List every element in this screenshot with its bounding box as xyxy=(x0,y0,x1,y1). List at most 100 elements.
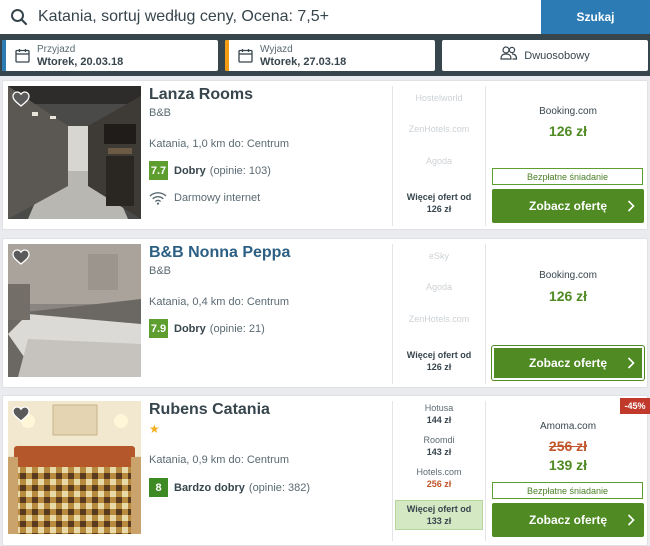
chevron-right-icon xyxy=(627,356,635,370)
more-offers-text: Więcej ofert od xyxy=(406,350,472,360)
column-divider xyxy=(485,401,486,541)
hotel-name[interactable]: B&B Nonna Peppa xyxy=(149,244,290,262)
checkout-texts: Wyjazd Wtorek, 27.03.18 xyxy=(260,44,346,68)
calendar-icon xyxy=(13,40,31,71)
hotel-name[interactable]: Rubens Catania xyxy=(149,401,270,419)
hotel-location: Katania, 1,0 km do: Centrum xyxy=(149,138,290,150)
checkin-texts: Przyjazd Wtorek, 20.03.18 xyxy=(37,44,123,68)
offer-price[interactable]: 256 zł xyxy=(393,479,485,489)
search-box[interactable]: Katania, sortuj według ceny, Ocena: 7,5+ xyxy=(0,0,541,34)
view-offer-button[interactable]: Zobacz ofertę xyxy=(492,346,644,380)
favorite-heart-icon[interactable] xyxy=(12,406,30,422)
checkout-accent xyxy=(225,40,229,71)
breakfast-badge: Bezpłatne śniadanie xyxy=(492,482,643,499)
chevron-right-icon xyxy=(627,199,635,213)
checkout-field[interactable]: Wyjazd Wtorek, 27.03.18 xyxy=(225,40,435,71)
more-offers-price: 126 zł xyxy=(426,362,452,372)
search-input[interactable]: Katania, sortuj według ceny, Ocena: 7,5+ xyxy=(38,8,329,26)
checkin-accent xyxy=(2,40,6,71)
room-type-label: Dwuosobowy xyxy=(524,49,590,62)
hotel-name[interactable]: Lanza Rooms xyxy=(149,86,253,104)
hotel-card[interactable]: Lanza Rooms B&B Katania, 1,0 km do: Cent… xyxy=(2,80,648,230)
rating-word: Dobry xyxy=(174,322,206,335)
hotel-rating: 8 Bardzo dobry (opinie: 382) xyxy=(149,478,310,497)
best-deal: Booking.com 126 zł Zobacz ofertę xyxy=(487,239,649,389)
view-offer-label: Zobacz ofertę xyxy=(528,356,607,370)
view-offer-label: Zobacz ofertę xyxy=(528,513,607,527)
offer-provider[interactable]: eSky xyxy=(393,251,485,261)
rating-badge: 8 xyxy=(149,478,168,497)
other-offers: Hotusa 144 zł Roomdi 143 zł Hotels.com 2… xyxy=(393,396,485,546)
search-icon xyxy=(4,0,34,34)
hotel-amenity: Darmowy internet xyxy=(149,191,260,205)
offer-price[interactable]: 143 zł xyxy=(393,447,485,457)
column-divider xyxy=(485,86,486,226)
hotel-stars: ★ xyxy=(149,422,160,436)
deal-provider: Booking.com xyxy=(539,270,597,281)
offer-provider[interactable]: Hostelworld xyxy=(393,93,485,103)
more-offers-text: Więcej ofert od xyxy=(406,192,472,202)
deal-provider: Booking.com xyxy=(539,106,597,117)
deal-old-price: 256 zł xyxy=(548,438,588,454)
favorite-heart-icon[interactable] xyxy=(12,91,30,107)
hotel-location: Katania, 0,9 km do: Centrum xyxy=(149,454,290,466)
hotel-location: Katania, 0,4 km do: Centrum xyxy=(149,296,290,308)
hotel-type: B&B xyxy=(149,265,172,277)
deal-price: 126 zł xyxy=(548,123,588,139)
amenity-label: Darmowy internet xyxy=(174,192,261,204)
chevron-right-icon xyxy=(627,513,635,527)
column-divider xyxy=(485,244,486,384)
hotel-rating: 7.9 Dobry (opinie: 21) xyxy=(149,319,265,338)
offer-provider[interactable]: Agoda xyxy=(393,156,485,166)
more-offers-link[interactable]: Więcej ofert od 133 zł xyxy=(395,500,483,530)
search-button[interactable]: Szukaj xyxy=(541,0,650,34)
rating-word: Dobry xyxy=(174,164,206,177)
guests-icon xyxy=(500,46,518,65)
more-offers-link[interactable]: Więcej ofert od 126 zł xyxy=(395,188,483,218)
offer-provider[interactable]: ZenHotels.com xyxy=(393,124,485,134)
more-offers-price: 133 zł xyxy=(426,516,452,526)
wifi-icon xyxy=(149,191,167,205)
results-list: Lanza Rooms B&B Katania, 1,0 km do: Cent… xyxy=(0,76,650,546)
offer-provider[interactable]: Agoda xyxy=(393,282,485,292)
deal-price: 126 zł xyxy=(548,288,588,304)
rating-count: (opinie: 103) xyxy=(209,164,271,177)
checkout-label: Wyjazd xyxy=(260,43,293,55)
more-offers-text: Więcej ofert od xyxy=(406,504,472,514)
view-offer-button[interactable]: Zobacz ofertę xyxy=(492,189,644,223)
checkin-field[interactable]: Przyjazd Wtorek, 20.03.18 xyxy=(2,40,218,71)
discount-badge: -45% xyxy=(620,398,650,414)
rating-count: (opinie: 382) xyxy=(248,481,311,494)
calendar-icon xyxy=(236,40,254,71)
other-offers: Hostelworld ZenHotels.com Agoda Więcej o… xyxy=(393,81,485,231)
date-bar: Przyjazd Wtorek, 20.03.18 Wyjazd Wtorek,… xyxy=(0,34,650,76)
hotel-type: B&B xyxy=(149,107,172,119)
deal-price: 139 zł xyxy=(548,457,588,473)
room-type-field[interactable]: Dwuosobowy xyxy=(442,40,648,71)
offer-provider[interactable]: ZenHotels.com xyxy=(393,314,485,324)
best-deal: Booking.com 126 zł Bezpłatne śniadanie Z… xyxy=(487,81,649,231)
rating-count: (opinie: 21) xyxy=(209,322,265,335)
rating-word: Bardzo dobry xyxy=(174,481,245,494)
more-offers-link[interactable]: Więcej ofert od 126 zł xyxy=(395,346,483,376)
checkout-value: Wtorek, 27.03.18 xyxy=(260,55,347,68)
checkin-value: Wtorek, 20.03.18 xyxy=(37,55,124,68)
view-offer-button[interactable]: Zobacz ofertę xyxy=(492,503,644,537)
more-offers-price: 126 zł xyxy=(426,204,452,214)
deal-provider: Amoma.com xyxy=(539,421,597,432)
favorite-heart-icon[interactable] xyxy=(12,249,30,265)
hotel-card[interactable]: Rubens Catania ★ Katania, 0,9 km do: Cen… xyxy=(2,395,650,546)
search-bar: Katania, sortuj według ceny, Ocena: 7,5+… xyxy=(0,0,650,34)
rating-badge: 7.9 xyxy=(149,319,168,338)
other-offers: eSky Agoda ZenHotels.com Więcej ofert od… xyxy=(393,239,485,389)
offer-provider[interactable]: Hotusa xyxy=(393,403,485,413)
view-offer-label: Zobacz ofertę xyxy=(528,199,607,213)
offer-provider[interactable]: Roomdi xyxy=(393,435,485,445)
offer-provider[interactable]: Hotels.com xyxy=(393,467,485,477)
breakfast-badge: Bezpłatne śniadanie xyxy=(492,168,643,185)
checkin-label: Przyjazd xyxy=(37,43,76,55)
rating-badge: 7.7 xyxy=(149,161,168,180)
offer-price[interactable]: 144 zł xyxy=(393,415,485,425)
hotel-card[interactable]: B&B Nonna Peppa B&B Katania, 0,4 km do: … xyxy=(2,238,648,388)
hotel-rating: 7.7 Dobry (opinie: 103) xyxy=(149,161,271,180)
